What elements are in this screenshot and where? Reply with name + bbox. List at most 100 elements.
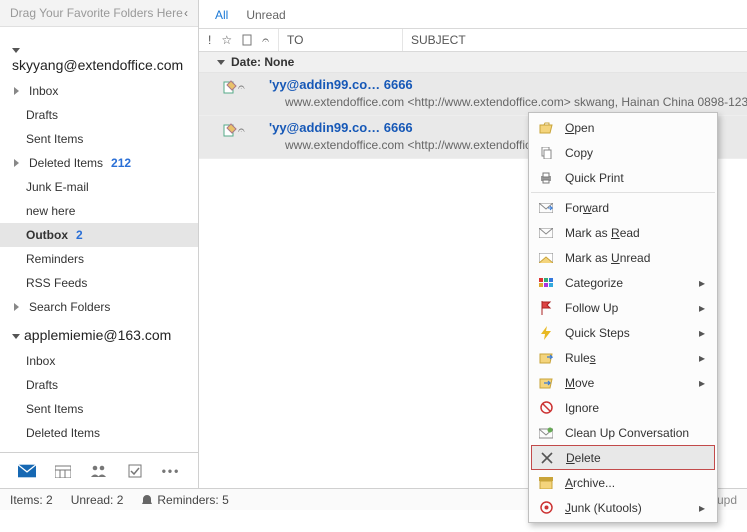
- folder-outbox[interactable]: Outbox 2: [0, 223, 198, 247]
- rules-icon: [537, 350, 555, 366]
- attachment-icon: 𝄐: [238, 80, 245, 111]
- attachment-icon[interactable]: 𝄐: [262, 33, 269, 48]
- tasks-icon[interactable]: [126, 464, 144, 478]
- tab-all[interactable]: All: [215, 8, 228, 22]
- folder-label: Outbox: [26, 228, 68, 242]
- expand-icon: [14, 159, 19, 167]
- menu-ignore[interactable]: Ignore: [531, 395, 715, 420]
- menu-label: Junk (Kutools): [565, 501, 689, 515]
- flag-icon: [537, 300, 555, 316]
- menu-label: Ignore: [565, 401, 705, 415]
- people-icon[interactable]: [90, 464, 108, 478]
- menu-rules[interactable]: Rules▸: [531, 345, 715, 370]
- reminder-icon[interactable]: ☆: [221, 33, 232, 47]
- menu-label: Quick Print: [565, 171, 705, 185]
- menu-label: Categorize: [565, 276, 689, 290]
- submenu-arrow-icon: ▸: [699, 351, 705, 365]
- folder-inbox[interactable]: Inbox: [0, 349, 198, 373]
- folder-label: Inbox: [26, 354, 55, 368]
- menu-categorize[interactable]: Categorize ▸: [531, 270, 715, 295]
- column-to[interactable]: TO: [279, 29, 403, 51]
- account-header[interactable]: skyyang@extendoffice.com: [0, 33, 198, 79]
- favorites-drag-hint: Drag Your Favorite Folders Here ‹: [0, 0, 198, 27]
- message-preview: www.extendoffice.com <http://www.extendo…: [269, 94, 747, 111]
- folder-drafts[interactable]: Drafts: [0, 373, 198, 397]
- column-subject[interactable]: SUBJECT: [403, 33, 466, 47]
- folder-label: Reminders: [26, 252, 84, 266]
- read-icon: [537, 225, 555, 241]
- context-menu: Open Copy Quick Print Forward Mark as Read Ma…: [528, 112, 718, 523]
- filter-tabs: All Unread: [199, 0, 747, 28]
- folder-sent-items[interactable]: Sent Items: [0, 397, 198, 421]
- folder-inbox[interactable]: Inbox: [0, 79, 198, 103]
- folder-label: Drafts: [26, 378, 58, 392]
- mail-icon[interactable]: [18, 464, 36, 478]
- menu-archive-[interactable]: Archive...: [531, 470, 715, 495]
- message-row[interactable]: 𝄐 'yy@addin99.co… 6666www.extendoffice.co…: [199, 73, 747, 116]
- submenu-arrow-icon: ▸: [699, 301, 705, 315]
- folder-deleted-items[interactable]: Deleted Items212: [0, 151, 198, 175]
- folder-label: Search Folders: [29, 300, 110, 314]
- status-reminders[interactable]: Reminders: 5: [141, 493, 228, 507]
- menu-label: Delete: [566, 451, 704, 465]
- menu-forward[interactable]: Forward: [531, 195, 715, 220]
- folder-count: 2: [76, 228, 83, 242]
- folder-label: Drafts: [26, 108, 58, 122]
- menu-quick-print[interactable]: Quick Print: [531, 165, 715, 190]
- status-items: Items: 2: [10, 493, 53, 507]
- folder-drafts[interactable]: Drafts: [0, 103, 198, 127]
- menu-label: Forward: [565, 201, 705, 215]
- folder-pane: Drag Your Favorite Folders Here ‹ skyyan…: [0, 0, 199, 488]
- delete-icon: [538, 450, 556, 466]
- folder-search-folders[interactable]: Search Folders: [0, 295, 198, 319]
- nav-bar: •••: [0, 452, 198, 488]
- chevron-left-icon[interactable]: ‹: [184, 6, 188, 20]
- menu-follow-up[interactable]: Follow Up ▸: [531, 295, 715, 320]
- submenu-arrow-icon: ▸: [699, 376, 705, 390]
- menu-mark-as-unread[interactable]: Mark as Unread: [531, 245, 715, 270]
- more-icon[interactable]: •••: [162, 464, 180, 478]
- calendar-icon[interactable]: [54, 464, 72, 478]
- folder-new-here[interactable]: new here: [0, 199, 198, 223]
- quick-icon: [537, 325, 555, 341]
- draft-edit-icon: [223, 80, 237, 111]
- message-address: 'yy@addin99.co… 6666: [269, 76, 747, 94]
- folder-sent-items[interactable]: Sent Items: [0, 127, 198, 151]
- folder-junk-e-mail[interactable]: Junk E-mail: [0, 445, 198, 452]
- menu-mark-as-read[interactable]: Mark as Read: [531, 220, 715, 245]
- folder-label: new here: [26, 204, 75, 218]
- folder-label: Junk E-mail: [26, 180, 89, 194]
- folder-reminders[interactable]: Reminders: [0, 247, 198, 271]
- expand-icon: [14, 87, 19, 95]
- menu-move[interactable]: Move▸: [531, 370, 715, 395]
- column-headers: ! ☆ 𝄐 TO SUBJECT: [199, 28, 747, 52]
- menu-delete[interactable]: Delete: [531, 445, 715, 470]
- folder-label: Inbox: [29, 84, 58, 98]
- menu-label: Follow Up: [565, 301, 689, 315]
- menu-label: Quick Steps: [565, 326, 689, 340]
- ignore-icon: [537, 400, 555, 416]
- open-icon: [537, 120, 555, 136]
- importance-icon[interactable]: !: [208, 33, 211, 47]
- submenu-arrow-icon: ▸: [699, 276, 705, 290]
- folder-label: Deleted Items: [26, 426, 100, 440]
- folder-junk-e-mail[interactable]: Junk E-mail: [0, 175, 198, 199]
- menu-junk-kutools-[interactable]: Junk (Kutools)▸: [531, 495, 715, 520]
- folder-label: Sent Items: [26, 132, 83, 146]
- menu-clean-up-conversation[interactable]: Clean Up Conversation: [531, 420, 715, 445]
- menu-quick-steps[interactable]: Quick Steps▸: [531, 320, 715, 345]
- account-header[interactable]: applemiemie@163.com: [0, 319, 198, 349]
- folder-rss-feeds[interactable]: RSS Feeds: [0, 271, 198, 295]
- menu-copy[interactable]: Copy: [531, 140, 715, 165]
- draft-icon[interactable]: [242, 34, 252, 46]
- tab-unread[interactable]: Unread: [246, 8, 285, 22]
- status-unread: Unread: 2: [71, 493, 124, 507]
- folder-label: Sent Items: [26, 402, 83, 416]
- attachment-icon: 𝄐: [238, 123, 245, 154]
- folder-deleted-items[interactable]: Deleted Items: [0, 421, 198, 445]
- expand-icon: [14, 303, 19, 311]
- date-group-header[interactable]: Date: None: [199, 52, 747, 73]
- menu-open[interactable]: Open: [531, 115, 715, 140]
- menu-label: Mark as Read: [565, 226, 705, 240]
- menu-label: Copy: [565, 146, 705, 160]
